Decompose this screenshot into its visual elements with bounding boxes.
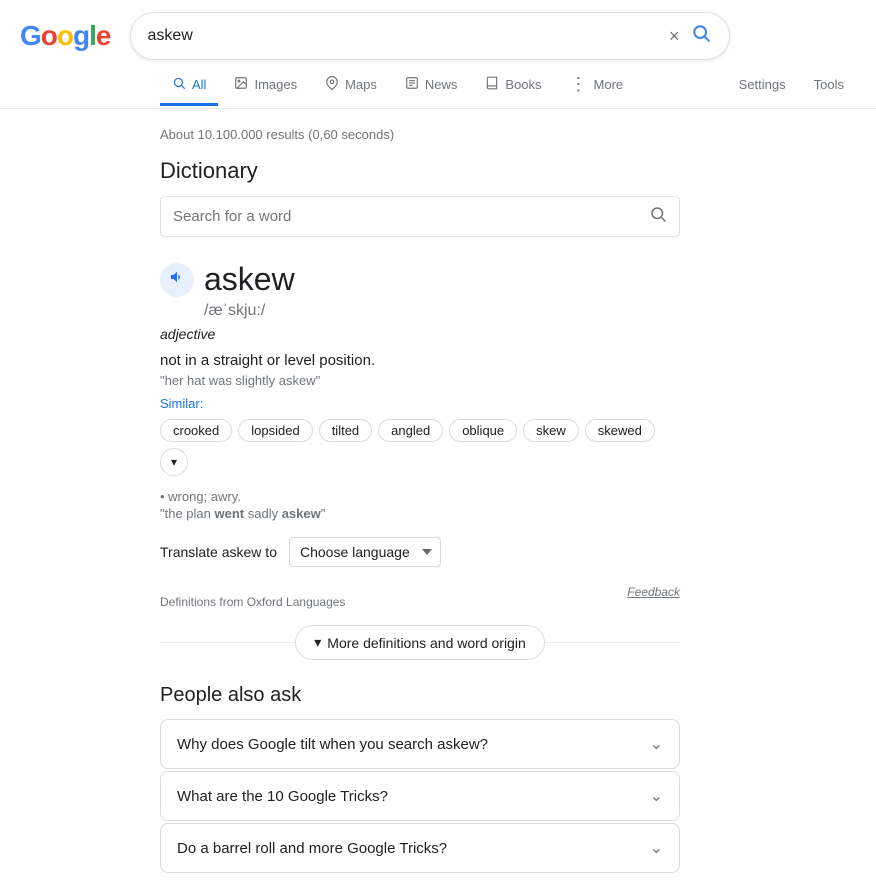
similar-tag-skew[interactable]: skew [523, 419, 579, 442]
paa-item-2[interactable]: Do a barrel roll and more Google Tricks?… [160, 823, 680, 873]
word-entry: askew /æˈskju:/ adjective not in a strai… [160, 257, 680, 617]
definition-bullet: • wrong; awry. [160, 488, 680, 504]
similar-row: Similar: crooked lopsided tilted angled … [160, 396, 680, 476]
language-select[interactable]: Choose language Spanish French German It… [289, 537, 441, 567]
speaker-icon [169, 269, 185, 290]
paa-question-2: Do a barrel roll and more Google Tricks? [177, 840, 447, 857]
google-logo[interactable]: Google [20, 20, 110, 52]
main-content: About 10.100.000 results (0,60 seconds) … [0, 109, 700, 895]
search-icon [691, 26, 711, 48]
tab-more[interactable]: ⋮ More [558, 64, 636, 108]
news-icon [405, 76, 419, 93]
header: Google × [0, 0, 876, 60]
definition-2: • wrong; awry. "the plan went sadly aske… [160, 488, 680, 521]
definition-text-1: not in a straight or level position. [160, 352, 680, 369]
word-phonetic: /æˈskju:/ [204, 302, 680, 320]
similar-tags: crooked lopsided tilted angled oblique s… [160, 419, 680, 476]
search-bar-container: × [130, 12, 730, 60]
word-pos: adjective [160, 326, 680, 342]
images-icon [234, 76, 248, 93]
tab-books[interactable]: Books [473, 66, 553, 106]
search-bar: × [130, 12, 730, 60]
paa-title: People also ask [160, 684, 680, 707]
paa-question-1: What are the 10 Google Tricks? [177, 788, 388, 805]
tab-maps-label: Maps [345, 77, 377, 92]
dictionary-search-bar [160, 196, 680, 237]
tab-images[interactable]: Images [222, 66, 309, 106]
tab-images-label: Images [254, 77, 297, 92]
results-count: About 10.100.000 results (0,60 seconds) [160, 127, 680, 142]
divider-right [545, 642, 680, 643]
divider-left [160, 642, 295, 643]
maps-icon [325, 76, 339, 93]
more-dots-icon: ⋮ [570, 74, 588, 95]
tools-button[interactable]: Tools [802, 69, 856, 100]
tab-books-label: Books [505, 77, 541, 92]
chevron-down-icon: ▾ [314, 634, 321, 651]
similar-tag-tilted[interactable]: tilted [319, 419, 372, 442]
people-also-ask-section: People also ask Why does Google tilt whe… [160, 684, 680, 873]
paa-item-1[interactable]: What are the 10 Google Tricks? ⌄ [160, 771, 680, 821]
similar-tag-skewed[interactable]: skewed [585, 419, 655, 442]
tab-more-label: More [594, 77, 624, 92]
dictionary-title: Dictionary [160, 158, 680, 184]
tab-news-label: News [425, 77, 458, 92]
dictionary-search-input[interactable] [173, 208, 649, 225]
tab-all[interactable]: All [160, 66, 218, 106]
definition-1: not in a straight or level position. "he… [160, 352, 680, 476]
chevron-down-icon: ⌄ [650, 838, 663, 858]
settings-button[interactable]: Settings [727, 69, 798, 100]
audio-button[interactable] [160, 263, 194, 297]
translate-row: Translate askew to Choose language Spani… [160, 537, 680, 567]
expand-similar-button[interactable]: ▾ [160, 448, 188, 476]
clear-search-button[interactable]: × [667, 24, 682, 49]
similar-tag-angled[interactable]: angled [378, 419, 443, 442]
tab-all-label: All [192, 77, 206, 92]
tab-news[interactable]: News [393, 66, 470, 106]
more-defs-container: ▾ More definitions and word origin [160, 625, 680, 660]
similar-tag-lopsided[interactable]: lopsided [238, 419, 312, 442]
paa-question-0: Why does Google tilt when you search ask… [177, 736, 488, 753]
similar-tag-crooked[interactable]: crooked [160, 419, 232, 442]
translate-label: Translate askew to [160, 544, 277, 560]
more-definitions-button[interactable]: ▾ More definitions and word origin [295, 625, 544, 660]
feedback-row: Feedback [627, 585, 680, 599]
nav-right: Settings Tools [727, 69, 856, 104]
definition-example-2: "the plan went sadly askew" [160, 506, 680, 521]
tab-maps[interactable]: Maps [313, 66, 389, 106]
more-defs-label: More definitions and word origin [327, 635, 525, 651]
similar-label: Similar: [160, 396, 203, 411]
similar-tag-oblique[interactable]: oblique [449, 419, 517, 442]
nav-tabs: All Images Maps News Books ⋮ More Settin… [0, 60, 876, 109]
dict-search-icon [649, 205, 667, 228]
chevron-down-icon: ⌄ [650, 786, 663, 806]
search-submit-button[interactable] [689, 21, 713, 51]
definition-example-1: "her hat was slightly askew" [160, 373, 680, 388]
word-heading: askew [204, 261, 295, 298]
oxford-attribution: Definitions from Oxford Languages [160, 595, 345, 609]
all-icon [172, 76, 186, 93]
word-header: askew [160, 261, 680, 298]
close-icon: × [669, 26, 680, 46]
chevron-down-icon: ▾ [171, 455, 177, 469]
feedback-link[interactable]: Feedback [627, 585, 680, 599]
paa-item-0[interactable]: Why does Google tilt when you search ask… [160, 719, 680, 769]
chevron-down-icon: ⌄ [650, 734, 663, 754]
books-icon [485, 76, 499, 93]
search-input[interactable] [147, 27, 658, 45]
